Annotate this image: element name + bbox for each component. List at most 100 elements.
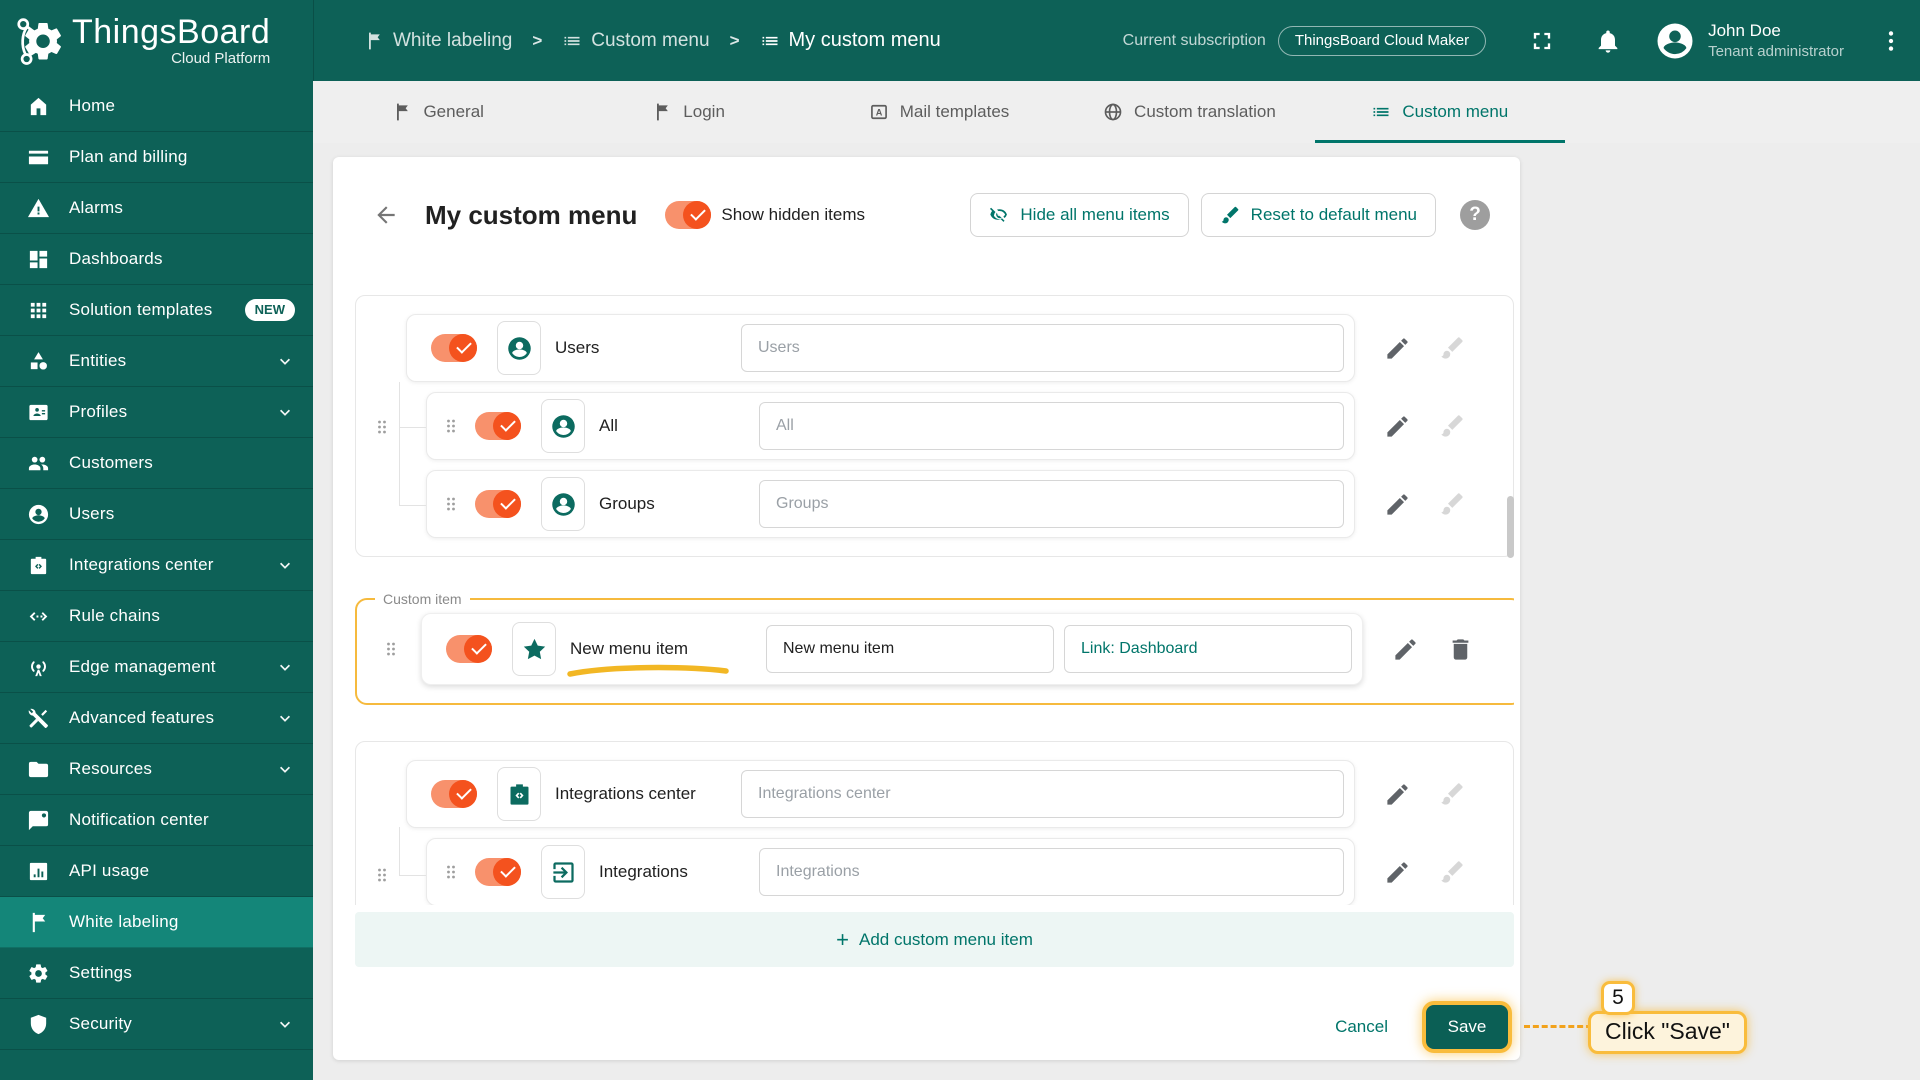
custom-item-section: Custom item New menu item New menu item … (355, 591, 1514, 705)
cancel-button[interactable]: Cancel (1335, 1017, 1388, 1037)
edit-pencil-icon[interactable] (1384, 859, 1411, 886)
eye-off-icon (989, 205, 1010, 226)
menu-item-link-field[interactable]: Link: Dashboard (1064, 625, 1352, 673)
edit-pencil-icon[interactable] (1384, 781, 1411, 808)
tab-general[interactable]: General (313, 81, 563, 143)
chevron-down-icon (275, 708, 295, 728)
back-arrow-icon[interactable] (373, 202, 399, 228)
visibility-toggle[interactable] (475, 858, 521, 886)
menu-item-name-field[interactable]: All (759, 402, 1344, 450)
star-icon (521, 636, 548, 663)
tab-custom-menu[interactable]: Custom menu (1314, 81, 1566, 143)
more-vert-icon[interactable] (1878, 28, 1904, 54)
notifications-bell-icon[interactable] (1594, 27, 1622, 55)
edit-pencil-icon[interactable] (1384, 491, 1411, 518)
sidebar-item-entities[interactable]: Entities (0, 336, 313, 387)
sidebar-item-advanced-features[interactable]: Advanced features (0, 693, 313, 744)
menu-item-name-field[interactable]: New menu item (766, 625, 1054, 673)
home-icon (27, 95, 50, 118)
drag-handle-icon[interactable] (381, 636, 401, 662)
chevron-down-icon (275, 402, 295, 422)
breadcrumb-label: Custom menu (591, 29, 710, 51)
sidebar-item-plan-and-billing[interactable]: Plan and billing (0, 132, 313, 183)
menu-item-icon-box (497, 767, 541, 821)
chevron-down-icon (275, 351, 295, 371)
sidebar-item-white-labeling[interactable]: White labeling (0, 897, 313, 948)
subscription-label: Current subscription (1122, 31, 1266, 49)
delete-trash-icon[interactable] (1447, 636, 1474, 663)
menu-row-integrations: Integrations Integrations (426, 838, 1495, 905)
annotation-connector-line (1524, 1025, 1592, 1028)
globe-icon (1103, 102, 1123, 122)
sidebar-item-notification-center[interactable]: Notification center (0, 795, 313, 846)
hide-all-menu-items-button[interactable]: Hide all menu items (970, 193, 1189, 237)
menu-item-name-field[interactable]: Integrations center (741, 770, 1344, 818)
tree-connector (399, 427, 426, 428)
menu-item-label: New menu item (567, 639, 766, 677)
sidebar-item-settings[interactable]: Settings (0, 948, 313, 999)
annotation-callout: Click "Save" (1588, 1011, 1747, 1054)
breadcrumb-custom-menu[interactable]: Custom menu (562, 29, 710, 52)
visibility-toggle[interactable] (475, 490, 521, 518)
top-bar-right: White labeling > Custom menu > My custom… (313, 0, 1920, 81)
drag-handle-icon[interactable] (441, 491, 461, 517)
group-drag-handle-icon[interactable] (372, 862, 392, 888)
bar-chart-icon (27, 860, 50, 883)
show-hidden-items-toggle[interactable] (665, 201, 712, 229)
edit-pencil-icon[interactable] (1384, 335, 1411, 362)
help-icon[interactable]: ? (1460, 200, 1490, 230)
save-button[interactable]: Save (1426, 1005, 1508, 1049)
menu-row-integrations-center: Integrations center Integrations center (406, 760, 1495, 828)
sidebar-item-profiles[interactable]: Profiles (0, 387, 313, 438)
sidebar-item-edge-management[interactable]: Edge management (0, 642, 313, 693)
add-custom-menu-item-button[interactable]: + Add custom menu item (355, 912, 1514, 967)
sidebar-item-api-usage[interactable]: API usage (0, 846, 313, 897)
visibility-toggle[interactable] (431, 780, 477, 808)
sidebar-item-security[interactable]: Security (0, 999, 313, 1050)
avatar[interactable] (1654, 20, 1696, 62)
gear-icon (27, 962, 50, 985)
sidebar-item-integrations-center[interactable]: Integrations center (0, 540, 313, 591)
edit-pencil-icon[interactable] (1392, 636, 1419, 663)
warning-icon (27, 197, 50, 220)
menu-item-name-field[interactable]: Groups (759, 480, 1344, 528)
tab-custom-translation[interactable]: Custom translation (1064, 81, 1314, 143)
menu-item-name-field[interactable]: Users (741, 324, 1344, 372)
subscription-plan-pill[interactable]: ThingsBoard Cloud Maker (1277, 25, 1487, 56)
menu-row-new-menu-item: New menu item New menu item Link: Dashbo… (381, 613, 1503, 685)
visibility-toggle[interactable] (431, 334, 477, 362)
sidebar-item-users[interactable]: Users (0, 489, 313, 540)
tab-login[interactable]: Login (563, 81, 813, 143)
account-circle-icon (27, 503, 50, 526)
drag-handle-icon[interactable] (441, 413, 461, 439)
sidebar-item-dashboards[interactable]: Dashboards (0, 234, 313, 285)
edit-pencil-icon[interactable] (1384, 413, 1411, 440)
sidebar-item-rule-chains[interactable]: Rule chains (0, 591, 313, 642)
visibility-toggle[interactable] (475, 412, 521, 440)
sidebar-item-home[interactable]: Home (0, 81, 313, 132)
sidebar-item-solution-templates[interactable]: Solution templates NEW (0, 285, 313, 336)
fullscreen-icon[interactable] (1528, 27, 1556, 55)
menu-item-label: Groups (599, 494, 655, 513)
tab-mail-templates[interactable]: Mail templates (814, 81, 1064, 143)
sidebar-item-customers[interactable]: Customers (0, 438, 313, 489)
breadcrumb-separator: > (532, 30, 543, 50)
breadcrumb-my-custom-menu[interactable]: My custom menu (760, 29, 941, 52)
list-scrollbar[interactable] (1507, 496, 1514, 558)
breadcrumb-white-labeling[interactable]: White labeling (364, 30, 512, 52)
drag-handle-icon[interactable] (441, 859, 461, 885)
reset-item-brush-icon (1439, 335, 1466, 362)
reset-to-default-menu-button[interactable]: Reset to default menu (1200, 193, 1436, 237)
menu-item-name-field[interactable]: Integrations (759, 848, 1344, 896)
menu-group-users: Users Users All All Groups Groups (355, 295, 1514, 557)
user-info[interactable]: John Doe Tenant administrator (1708, 20, 1844, 62)
chevron-down-icon (275, 1014, 295, 1034)
group-drag-handle-icon[interactable] (372, 414, 392, 440)
sidebar-item-alarms[interactable]: Alarms (0, 183, 313, 234)
show-hidden-items-label: Show hidden items (721, 205, 866, 224)
thingsboard-logo[interactable]: ThingsBoard Cloud Platform (0, 0, 313, 81)
visibility-toggle[interactable] (446, 635, 492, 663)
reset-item-brush-icon (1439, 491, 1466, 518)
sidebar-item-resources[interactable]: Resources (0, 744, 313, 795)
user-role: Tenant administrator (1708, 42, 1844, 60)
